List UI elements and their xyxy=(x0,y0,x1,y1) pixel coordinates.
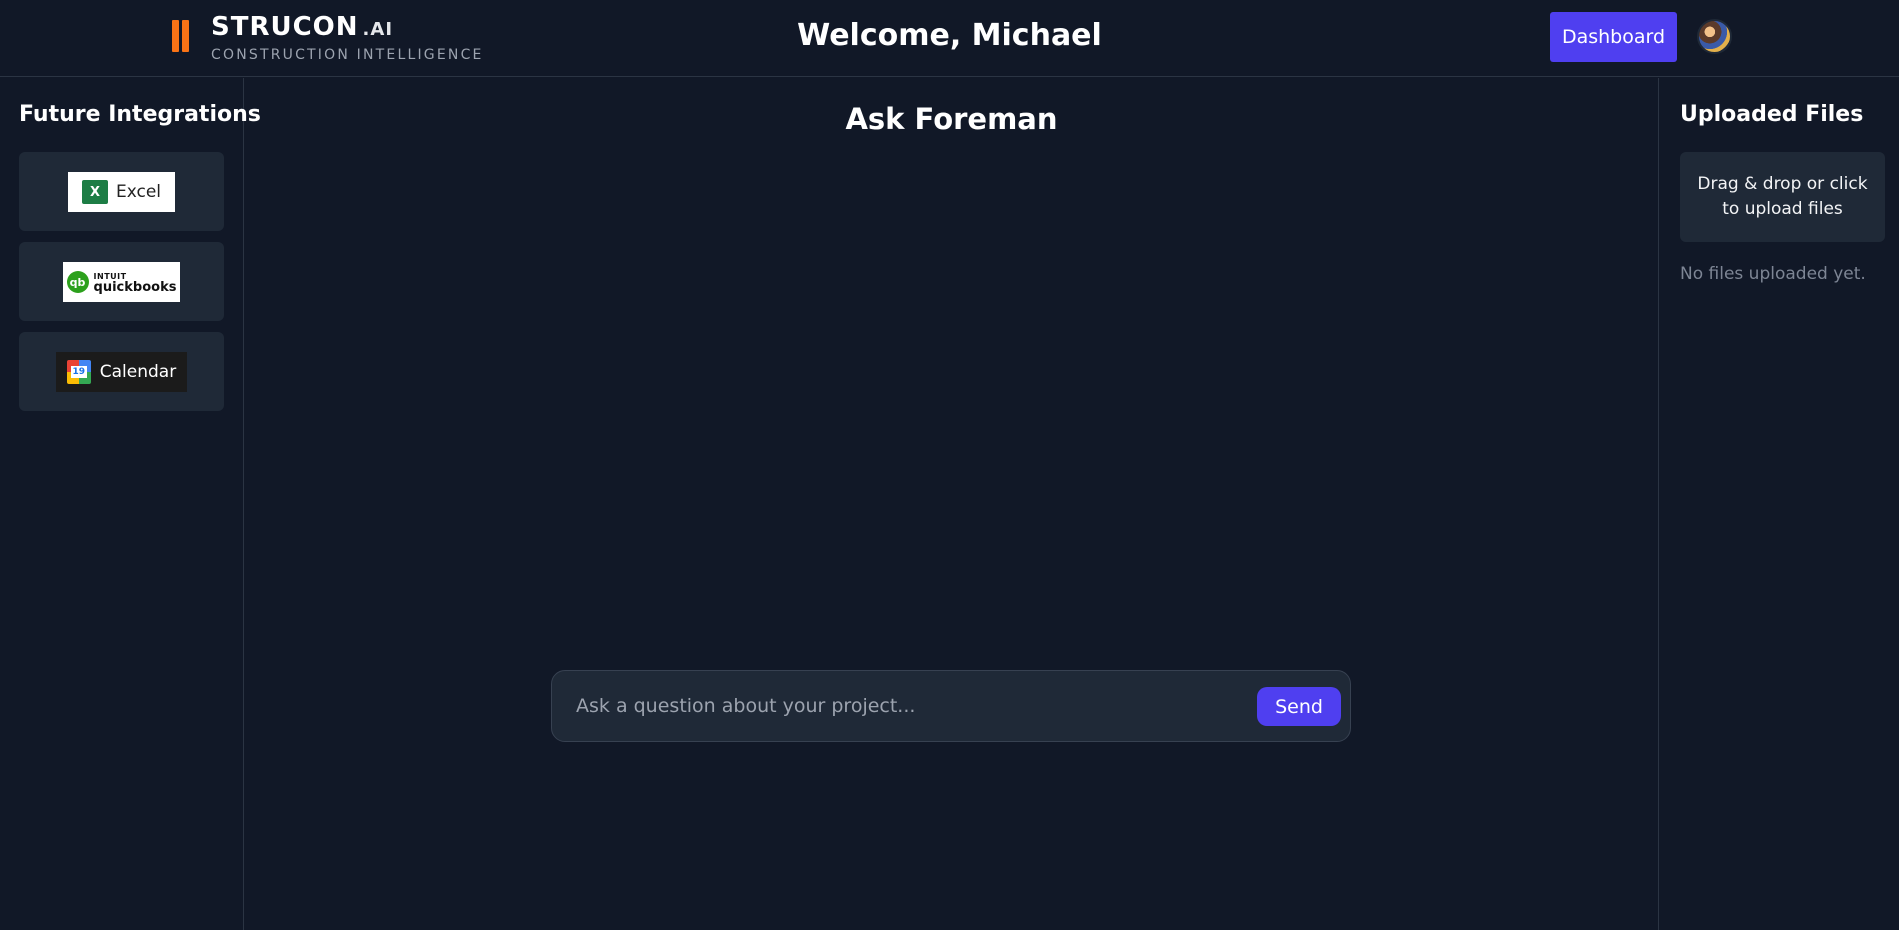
brand-suffix: .AI xyxy=(362,19,394,40)
user-avatar[interactable] xyxy=(1697,19,1732,54)
dashboard-button[interactable]: Dashboard xyxy=(1550,12,1677,62)
chat-main: Ask Foreman Send xyxy=(245,78,1658,930)
calendar-badge: 19 Calendar xyxy=(56,352,187,392)
page-title: Ask Foreman xyxy=(845,102,1058,136)
excel-label: Excel xyxy=(115,182,162,202)
brand-tagline: CONSTRUCTION INTELLIGENCE xyxy=(211,47,484,63)
file-upload-dropzone[interactable]: Drag & drop or click to upload files xyxy=(1680,152,1885,242)
calendar-label: Calendar xyxy=(99,362,177,382)
excel-icon: X xyxy=(81,180,108,204)
google-calendar-icon: 19 xyxy=(66,360,91,384)
excel-badge: X Excel xyxy=(68,172,175,212)
quickbooks-badge: qb INTUIT quickbooks xyxy=(63,262,180,302)
empty-files-message: No files uploaded yet. xyxy=(1680,264,1866,284)
brand-name: STRUCON .AI xyxy=(211,12,394,42)
integration-card-quickbooks[interactable]: qb INTUIT quickbooks xyxy=(19,242,224,321)
top-header: STRUCON .AI CONSTRUCTION INTELLIGENCE Wel… xyxy=(0,0,1899,77)
uploaded-files-title: Uploaded Files xyxy=(1680,102,1864,127)
integration-card-excel[interactable]: X Excel xyxy=(19,152,224,231)
uploaded-files-sidebar: Uploaded Files Drag & drop or click to u… xyxy=(1658,78,1899,930)
integration-card-calendar[interactable]: 19 Calendar xyxy=(19,332,224,411)
send-button[interactable]: Send xyxy=(1257,687,1341,726)
integrations-title: Future Integrations xyxy=(19,102,261,127)
quickbooks-icon: qb xyxy=(66,271,89,293)
logo-bars-icon xyxy=(172,20,190,52)
chat-input-bar: Send xyxy=(551,670,1351,742)
question-input[interactable] xyxy=(576,685,1236,727)
quickbooks-label: quickbooks xyxy=(93,280,177,295)
integrations-sidebar: Future Integrations X Excel qb INTUIT qu… xyxy=(0,78,261,930)
